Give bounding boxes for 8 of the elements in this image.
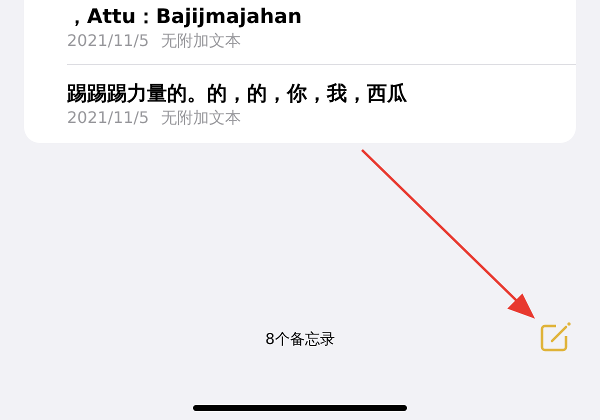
compose-icon[interactable] [538,320,572,354]
note-title[interactable]: 踢踢踢力量的。的，的，你，我，西瓜 [67,79,560,107]
note-preview: 无附加文本 [161,30,242,52]
note-preview: 无附加文本 [161,107,242,129]
note-title[interactable]: ，Attu：Bajijmajahan [67,2,560,30]
note-date: 2021/11/5 [67,30,150,52]
note-count: 8个备忘录 [264,329,336,350]
note-date: 2021/11/5 [67,107,150,129]
